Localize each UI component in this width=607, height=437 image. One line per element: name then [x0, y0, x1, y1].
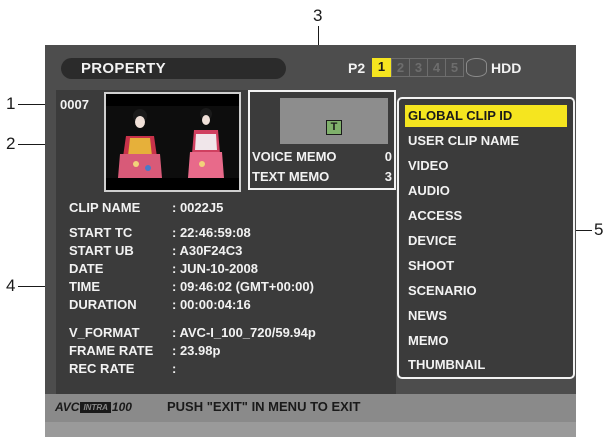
menu-item-video[interactable]: VIDEO — [405, 155, 567, 177]
start-ub-label: START UB — [69, 243, 134, 258]
callout-3: 3 — [313, 6, 323, 25]
menu-item-global-clip-id[interactable]: GLOBAL CLIP ID — [405, 105, 567, 127]
memo-info-box: T VOICE MEMO 0 TEXT MEMO 3 — [248, 90, 396, 190]
slot-2[interactable]: 2 — [391, 58, 410, 77]
text-memo-label: TEXT MEMO — [252, 169, 330, 184]
callout-5: 5 — [594, 220, 604, 239]
frame-rate-value: : 23.98p — [172, 343, 221, 358]
date-label: DATE — [69, 261, 104, 276]
clip-thumbnail — [104, 92, 241, 192]
frame-rate-label: FRAME RATE — [69, 343, 154, 358]
text-memo-count: 3 — [384, 169, 392, 184]
menu-item-access[interactable]: ACCESS — [405, 205, 567, 227]
callout-1: 1 — [6, 94, 16, 113]
hdd-icon — [466, 58, 487, 77]
property-screen: PROPERTY P2 1 2 3 4 5 HDD 0007 T VOICE M… — [45, 45, 576, 437]
memo-preview: T — [280, 98, 388, 144]
callout-2: 2 — [6, 134, 16, 153]
logo-avc-text: AVC — [55, 400, 80, 414]
logo-number-text: 100 — [111, 400, 132, 414]
page-title: PROPERTY — [81, 60, 166, 77]
callout-4: 4 — [6, 276, 16, 295]
slot-5[interactable]: 5 — [445, 58, 464, 77]
bottom-strip — [45, 422, 576, 437]
property-menu: GLOBAL CLIP ID USER CLIP NAME VIDEO AUDI… — [397, 97, 575, 379]
menu-item-shoot[interactable]: SHOOT — [405, 255, 567, 277]
status-footer: AVC INTRA 100 PUSH "EXIT" IN MENU TO EXIT — [45, 394, 576, 422]
thumbnail-image-icon — [106, 94, 239, 190]
v-format-value: : AVC-I_100_720/59.94p — [172, 325, 316, 340]
voice-memo-row: VOICE MEMO 0 — [252, 149, 392, 164]
rec-rate-value: : — [172, 361, 177, 376]
title-bar: PROPERTY — [61, 58, 286, 79]
time-value: : 09:46:02 (GMT+00:00) — [172, 279, 314, 294]
text-memo-row: TEXT MEMO 3 — [252, 169, 392, 184]
start-ub-value: : A30F24C3 — [172, 243, 243, 258]
v-format-label: V_FORMAT — [69, 325, 140, 340]
hdd-label: HDD — [491, 60, 522, 76]
start-tc-label: START TC — [69, 225, 133, 240]
time-label: TIME — [69, 279, 101, 294]
menu-item-memo[interactable]: MEMO — [405, 330, 567, 352]
logo-intra-text: INTRA — [80, 402, 111, 413]
menu-item-device[interactable]: DEVICE — [405, 230, 567, 252]
p2-label: P2 — [348, 60, 366, 76]
menu-item-user-clip-name[interactable]: USER CLIP NAME — [405, 130, 567, 152]
menu-item-audio[interactable]: AUDIO — [405, 180, 567, 202]
menu-item-news[interactable]: NEWS — [405, 305, 567, 327]
slot-1[interactable]: 1 — [372, 58, 391, 77]
start-tc-value: : 22:46:59:08 — [172, 225, 251, 240]
text-memo-icon: T — [326, 120, 342, 135]
clip-name-label: CLIP NAME — [69, 200, 141, 215]
duration-label: DURATION — [69, 297, 137, 312]
slot-3[interactable]: 3 — [409, 58, 428, 77]
avc-intra-logo: AVC INTRA 100 — [55, 400, 132, 415]
menu-item-scenario[interactable]: SCENARIO — [405, 280, 567, 302]
exit-instruction: PUSH "EXIT" IN MENU TO EXIT — [167, 399, 361, 414]
slot-4[interactable]: 4 — [427, 58, 446, 77]
clip-name-value: : 0022J5 — [172, 200, 224, 215]
voice-memo-label: VOICE MEMO — [252, 149, 337, 164]
clip-number: 0007 — [60, 97, 89, 112]
date-value: : JUN-10-2008 — [172, 261, 258, 276]
duration-value: : 00:00:04:16 — [172, 297, 251, 312]
voice-memo-count: 0 — [384, 149, 392, 164]
rec-rate-label: REC RATE — [69, 361, 135, 376]
menu-item-thumbnail[interactable]: THUMBNAIL — [405, 354, 567, 376]
